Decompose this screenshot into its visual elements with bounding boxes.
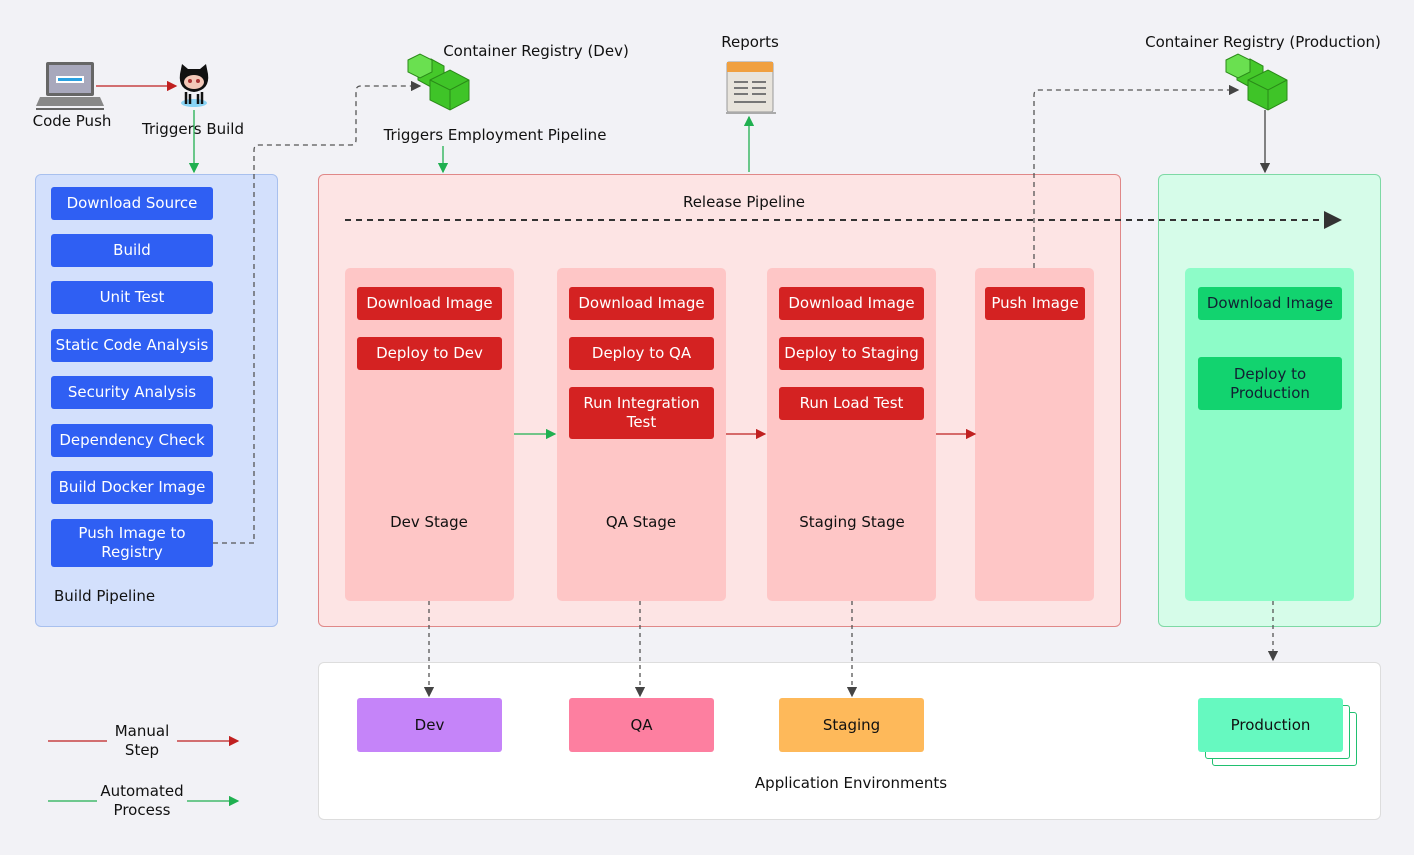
qa-deploy[interactable]: Deploy to QA	[569, 337, 714, 370]
qa-download-image[interactable]: Download Image	[569, 287, 714, 320]
environments-title: Application Environments	[754, 774, 948, 792]
triggers-pipeline-label: Triggers Employment Pipeline	[383, 126, 607, 144]
env-production[interactable]: Production	[1198, 698, 1343, 752]
registry-dev-label: Container Registry (Dev)	[443, 42, 629, 60]
legend-automated-text: Automated Process	[100, 782, 184, 819]
prod-download-image[interactable]: Download Image	[1198, 287, 1342, 320]
build-step-docker-image[interactable]: Build Docker Image	[51, 471, 213, 504]
env-staging[interactable]: Staging	[779, 698, 924, 752]
build-step-dependency-check[interactable]: Dependency Check	[51, 424, 213, 457]
staging-stage-label: Staging Stage	[799, 513, 905, 531]
reports-icon	[726, 61, 776, 114]
build-step-security-analysis[interactable]: Security Analysis	[51, 376, 213, 409]
staging-deploy[interactable]: Deploy to Staging	[779, 337, 924, 370]
staging-load-test[interactable]: Run Load Test	[779, 387, 924, 420]
container-registry-dev-icon	[407, 53, 470, 111]
triggers-build-label: Triggers Build	[142, 120, 244, 139]
build-step-push-image[interactable]: Push Image to Registry	[51, 519, 213, 567]
legend-automated: Automated Process	[97, 782, 187, 820]
qa-stage-label: QA Stage	[605, 513, 677, 531]
push-image[interactable]: Push Image	[985, 287, 1085, 320]
build-step-static-analysis[interactable]: Static Code Analysis	[51, 329, 213, 362]
qa-integration-test[interactable]: Run Integration Test	[569, 387, 714, 439]
registry-prod-label: Container Registry (Production)	[1145, 33, 1381, 51]
container-registry-prod-icon	[1225, 53, 1288, 111]
env-qa[interactable]: QA	[569, 698, 714, 752]
dev-deploy[interactable]: Deploy to Dev	[357, 337, 502, 370]
reports-label: Reports	[721, 33, 779, 51]
env-dev[interactable]: Dev	[357, 698, 502, 752]
laptop-icon	[36, 62, 104, 110]
dev-stage-label: Dev Stage	[390, 513, 468, 531]
github-octocat-icon	[179, 64, 209, 107]
build-step-unit-test[interactable]: Unit Test	[51, 281, 213, 314]
build-step-build[interactable]: Build	[51, 234, 213, 267]
legend-manual-text: Manual Step	[114, 722, 170, 759]
dev-download-image[interactable]: Download Image	[357, 287, 502, 320]
prod-deploy[interactable]: Deploy to Production	[1198, 357, 1342, 410]
legend-manual: Manual Step	[107, 722, 177, 760]
build-step-download-source[interactable]: Download Source	[51, 187, 213, 220]
code-push-label: Code Push	[32, 112, 112, 130]
build-pipeline-title: Build Pipeline	[54, 587, 156, 605]
release-pipeline-title: Release Pipeline	[682, 193, 806, 211]
staging-download-image[interactable]: Download Image	[779, 287, 924, 320]
